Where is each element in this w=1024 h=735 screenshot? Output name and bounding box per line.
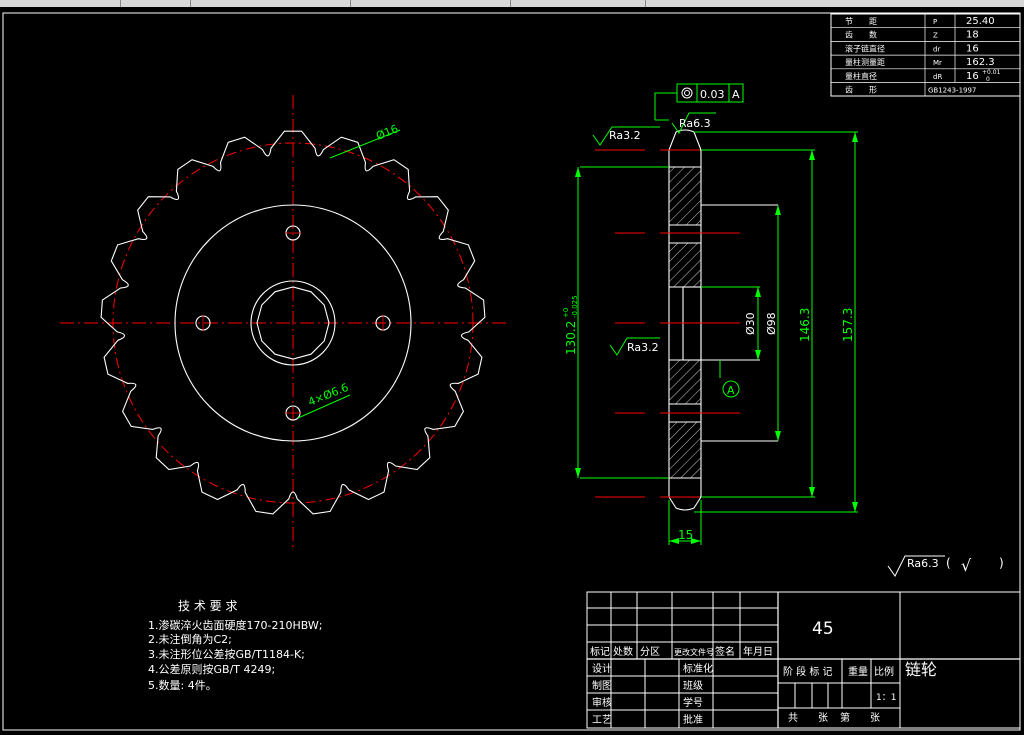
tech-item: 5.数量: 4件。 bbox=[148, 679, 217, 692]
hub-dia-tol-lower: -0.025 bbox=[571, 295, 579, 318]
hub-dia-dim: 130.2 bbox=[564, 321, 578, 355]
section-view: 0.03 A Ra3.2 Ra6.3 Ra3.2 A 130.2 +0 -0.0… bbox=[562, 83, 858, 545]
root-dim: 146.3 bbox=[798, 308, 812, 342]
mid-label: 批准 bbox=[683, 713, 703, 726]
tech-item: 2.未注倒角为C2; bbox=[148, 632, 232, 646]
param-name: 量柱直径 bbox=[845, 71, 877, 81]
sheet-label: 张 bbox=[870, 712, 880, 724]
cad-drawing[interactable]: Ø16 4×Ø6.6 0.03 A Ra3.2 Ra6.3 Ra3.2 A 13… bbox=[0, 0, 1024, 735]
boss-dim: Ø98 bbox=[765, 312, 778, 335]
dim-arrows bbox=[575, 132, 858, 544]
row-label: 工艺 bbox=[592, 714, 612, 726]
rev-header: 处数 bbox=[613, 645, 633, 658]
datum-ref: A bbox=[732, 88, 740, 101]
param-name: 齿 数 bbox=[845, 30, 877, 40]
centerlines bbox=[60, 95, 510, 550]
hatch-mid-lower bbox=[669, 360, 701, 404]
param-value: 16 bbox=[966, 71, 979, 82]
rev-header: 更改文件号 bbox=[674, 647, 714, 657]
sheet-label: 张 bbox=[818, 712, 828, 724]
stage-header: 重量 bbox=[848, 665, 868, 678]
tip-dim: 157.3 bbox=[841, 308, 855, 342]
gdt-frame: 0.03 A bbox=[676, 83, 744, 103]
mid-label: 班级 bbox=[683, 680, 703, 692]
roughness-top: Ra6.3 bbox=[679, 117, 711, 130]
scale: 1：1 bbox=[876, 693, 896, 703]
front-view: Ø16 4×Ø6.6 bbox=[60, 95, 510, 550]
datum-label: A bbox=[727, 384, 735, 397]
sheet-label: 第 bbox=[840, 711, 850, 724]
tech-item: 1.渗碳淬火齿面硬度170-210HBW; bbox=[148, 618, 322, 632]
param-tol-lower: 0 bbox=[986, 76, 990, 83]
flatness-value: 0.03 bbox=[700, 88, 725, 101]
mid-label: 标准化 bbox=[683, 662, 713, 675]
roughness-top-left: Ra3.2 bbox=[609, 129, 641, 142]
general-roughness-paren-close: ) bbox=[999, 556, 1004, 570]
row-label: 设计 bbox=[592, 662, 612, 675]
rev-header: 签名 bbox=[715, 645, 735, 658]
material: 45 bbox=[812, 619, 834, 639]
hub-dia-tol-upper: +0 bbox=[562, 308, 570, 318]
param-name: 齿 形 bbox=[845, 86, 877, 95]
tech-requirements: 技 术 要 求 1.渗碳淬火齿面硬度170-210HBW; 2.未注倒角为C2;… bbox=[148, 599, 322, 692]
mid-label: 学号 bbox=[683, 696, 703, 709]
hatch-lower bbox=[669, 422, 701, 478]
param-symbol: P bbox=[933, 18, 937, 26]
param-name: 滚子链直径 bbox=[845, 43, 885, 53]
hatch-upper bbox=[669, 167, 701, 225]
row-label: 审核 bbox=[592, 696, 612, 709]
general-roughness-paren-open: ( bbox=[946, 556, 951, 570]
param-symbol: dR bbox=[933, 73, 942, 81]
row-label: 制图 bbox=[592, 679, 612, 692]
param-standard: GB1243-1997 bbox=[928, 87, 976, 95]
title-block: 45 链轮 1：1 标记 处数 分区 更改文件号 签名 年月日设计制图审核工艺 标准化班级学… bbox=[586, 591, 1021, 729]
section-centerlines bbox=[595, 149, 740, 498]
sheet-label: 共 bbox=[788, 712, 798, 724]
part-name: 链轮 bbox=[905, 660, 937, 679]
param-name: 量柱测量距 bbox=[845, 57, 885, 67]
param-symbol: Mr bbox=[933, 59, 942, 67]
param-name: 节 距 bbox=[845, 17, 877, 26]
rev-header: 年月日 bbox=[743, 645, 773, 658]
bore-dim: Ø30 bbox=[744, 312, 757, 335]
roughness-hub: Ra3.2 bbox=[627, 341, 659, 354]
section-dims bbox=[577, 92, 858, 545]
general-roughness: Ra6.3 ( √ ) bbox=[887, 555, 1004, 577]
general-roughness-value: Ra6.3 bbox=[907, 557, 939, 570]
param-symbol: dr bbox=[933, 45, 940, 53]
tech-item: 3.未注形位公差按GB/T1184-K; bbox=[148, 647, 305, 661]
tech-title: 技 术 要 求 bbox=[178, 599, 237, 613]
rev-header: 分区 bbox=[640, 646, 660, 658]
params-table: 节 距 P 25.40 齿 数 Z 18 滚子链直径 dr 16 量柱测量距 Mr 162.3 量柱直径… bbox=[830, 13, 1021, 97]
roller-dim: Ø16 bbox=[374, 122, 400, 143]
rev-header: 标记 bbox=[590, 646, 610, 658]
param-value: 25.40 bbox=[966, 16, 995, 27]
param-value: 162.3 bbox=[966, 57, 995, 68]
param-value: 16 bbox=[966, 43, 979, 54]
tech-item: 4.公差原则按GB/T 4249; bbox=[148, 662, 275, 676]
hatch-mid-upper bbox=[669, 243, 701, 287]
width-dim: 15 bbox=[678, 528, 693, 542]
check-mark: √ bbox=[961, 556, 972, 575]
stage-header: 比例 bbox=[874, 665, 894, 678]
param-tol-upper: +0.01 bbox=[982, 69, 1001, 76]
param-symbol: Z bbox=[933, 32, 938, 40]
param-value: 18 bbox=[966, 30, 979, 41]
stage-header: 阶 段 标 记 bbox=[783, 665, 833, 678]
